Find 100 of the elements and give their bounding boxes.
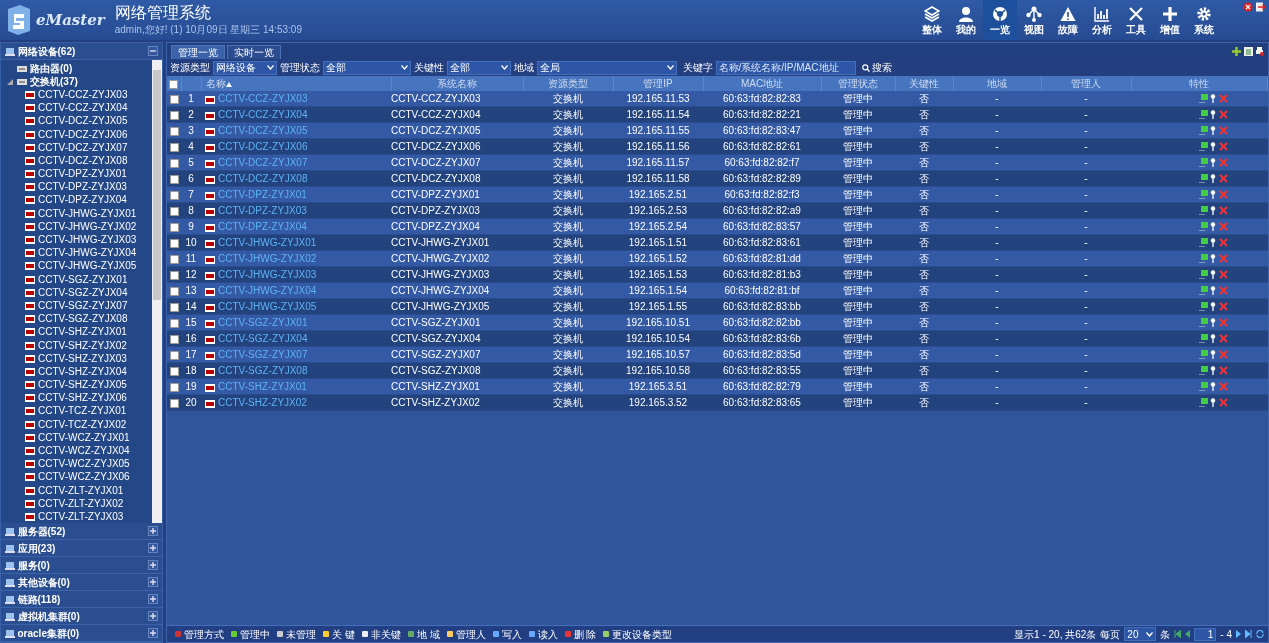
manage-icon[interactable] <box>1198 222 1208 232</box>
tree-item[interactable]: CCTV-WCZ-ZYJX04 <box>38 445 130 458</box>
manage-icon[interactable] <box>1198 302 1208 312</box>
filter-select[interactable]: 全部 <box>447 60 511 75</box>
tree-item[interactable]: CCTV-DPZ-ZYJX04 <box>38 194 127 207</box>
row-checkbox[interactable] <box>169 255 179 265</box>
row-checkbox[interactable] <box>169 223 179 233</box>
tree-item[interactable]: CCTV-JHWG-ZYJX04 <box>38 247 137 260</box>
tree-item[interactable]: CCTV-SGZ-ZYJX08 <box>38 313 128 326</box>
key-icon[interactable] <box>1210 110 1216 120</box>
row-checkbox[interactable] <box>169 111 179 121</box>
tree-item[interactable]: CCTV-WCZ-ZYJX06 <box>38 471 130 484</box>
expand-toggle[interactable] <box>148 543 158 553</box>
nav-tab[interactable]: 整体 <box>915 0 949 40</box>
toolbar-button[interactable]: 删 除 <box>560 626 600 642</box>
tree-item[interactable]: CCTV-CCZ-ZYJX03 <box>38 88 128 101</box>
nav-tab[interactable]: 一览 <box>983 0 1017 40</box>
manage-icon[interactable] <box>1198 94 1208 104</box>
tree-item[interactable]: CCTV-TCZ-ZYJX02 <box>38 418 127 431</box>
nav-tab[interactable]: 故障 <box>1051 0 1085 40</box>
tree-item[interactable]: CCTV-ZLT-ZYJX01 <box>38 484 124 497</box>
tree-item[interactable]: CCTV-SHZ-ZYJX03 <box>38 352 127 365</box>
filter-select[interactable]: 全部 <box>323 60 411 75</box>
tab[interactable]: 实时一览 <box>227 45 281 59</box>
sort-icon[interactable] <box>225 81 232 87</box>
manage-icon[interactable] <box>1198 190 1208 200</box>
tree-item[interactable]: CCTV-SHZ-ZYJX02 <box>38 339 127 352</box>
manage-icon[interactable] <box>1198 382 1208 392</box>
toolbar-button[interactable]: 未管理 <box>273 626 319 642</box>
toolbar-button[interactable]: 地 域 <box>403 626 443 642</box>
tree-item[interactable]: CCTV-SHZ-ZYJX06 <box>38 392 127 405</box>
prev-page-icon[interactable] <box>1185 630 1191 638</box>
key-icon[interactable] <box>1210 254 1216 264</box>
row-checkbox[interactable] <box>169 239 179 249</box>
tree-item[interactable]: CCTV-DCZ-ZYJX05 <box>38 115 128 128</box>
page-size-select[interactable]: 20 <box>1124 627 1157 641</box>
tree-item[interactable]: 路由器(0) <box>30 62 73 75</box>
key-icon[interactable] <box>1210 286 1216 296</box>
manage-icon[interactable] <box>1198 238 1208 248</box>
first-page-icon[interactable] <box>1174 630 1182 638</box>
row-checkbox[interactable] <box>169 271 179 281</box>
tree-item[interactable]: CCTV-SGZ-ZYJX07 <box>38 299 128 312</box>
row-checkbox[interactable] <box>169 335 179 345</box>
nav-tab[interactable]: 系统 <box>1187 0 1221 40</box>
toolbar-button[interactable]: 写入 <box>488 626 525 642</box>
key-icon[interactable] <box>1210 270 1216 280</box>
group-label[interactable]: 服务(0) <box>17 557 50 573</box>
toolbar-button[interactable]: 读入 <box>524 626 561 642</box>
tree-item[interactable]: CCTV-JHWG-ZYJX02 <box>38 220 137 233</box>
tree-item[interactable]: CCTV-DCZ-ZYJX06 <box>38 128 128 141</box>
key-icon[interactable] <box>1210 126 1216 136</box>
manage-icon[interactable] <box>1198 126 1208 136</box>
nav-tab[interactable]: 视图 <box>1017 0 1051 40</box>
collapse-toggle[interactable] <box>148 46 158 56</box>
export-icon[interactable] <box>1243 47 1253 56</box>
row-checkbox[interactable] <box>169 383 179 393</box>
toolbar-button[interactable]: 更改设备类型 <box>599 626 676 642</box>
key-icon[interactable] <box>1210 318 1216 328</box>
manage-icon[interactable] <box>1198 270 1208 280</box>
key-icon[interactable] <box>1210 222 1216 232</box>
column-header[interactable]: 地域 <box>987 78 1007 89</box>
manage-icon[interactable] <box>1198 350 1208 360</box>
tree-item[interactable]: CCTV-SHZ-ZYJX05 <box>38 379 127 392</box>
manage-icon[interactable] <box>1198 174 1208 184</box>
key-icon[interactable] <box>1210 302 1216 312</box>
tree-item[interactable]: CCTV-DCZ-ZYJX07 <box>38 141 128 154</box>
row-checkbox[interactable] <box>169 399 179 409</box>
row-checkbox[interactable] <box>169 127 179 137</box>
nav-tab[interactable]: 我的 <box>949 0 983 40</box>
tree-item[interactable]: CCTV-DPZ-ZYJX03 <box>38 181 127 194</box>
toolbar-button[interactable]: 管理中 <box>227 626 273 642</box>
manage-icon[interactable] <box>1198 334 1208 344</box>
tree-item[interactable]: CCTV-ZLT-ZYJX03 <box>38 510 124 523</box>
expand-toggle[interactable] <box>148 611 158 621</box>
manage-icon[interactable] <box>1198 366 1208 376</box>
next-page-icon[interactable] <box>1236 630 1241 638</box>
tree-item[interactable]: CCTV-JHWG-ZYJX01 <box>38 207 137 220</box>
row-checkbox[interactable] <box>169 367 179 377</box>
print-icon[interactable] <box>1255 47 1264 56</box>
filter-select[interactable]: 网络设备 <box>213 60 277 75</box>
row-checkbox[interactable] <box>169 159 179 169</box>
page-field[interactable]: 1 <box>1194 627 1217 641</box>
key-icon[interactable] <box>1210 238 1216 248</box>
manage-icon[interactable] <box>1198 110 1208 120</box>
key-icon[interactable] <box>1210 366 1216 376</box>
expand-toggle[interactable] <box>148 560 158 570</box>
expand-toggle[interactable] <box>148 577 158 587</box>
tree-item[interactable]: CCTV-SGZ-ZYJX01 <box>38 273 128 286</box>
nav-tab[interactable]: 分析 <box>1085 0 1119 40</box>
tree-item[interactable]: CCTV-SGZ-ZYJX04 <box>38 286 128 299</box>
column-header[interactable]: 特性 <box>1189 78 1210 89</box>
tree-item[interactable]: CCTV-WCZ-ZYJX01 <box>38 431 130 444</box>
nav-tab[interactable]: 增值 <box>1153 0 1187 40</box>
column-header[interactable]: 名称 <box>205 78 226 89</box>
tree-item[interactable]: CCTV-JHWG-ZYJX05 <box>38 260 137 273</box>
row-checkbox[interactable] <box>169 351 179 361</box>
expand-toggle[interactable] <box>148 628 158 638</box>
tree-item[interactable]: CCTV-CCZ-ZYJX04 <box>38 102 128 115</box>
expand-toggle[interactable] <box>148 526 158 536</box>
row-checkbox[interactable] <box>169 95 179 104</box>
